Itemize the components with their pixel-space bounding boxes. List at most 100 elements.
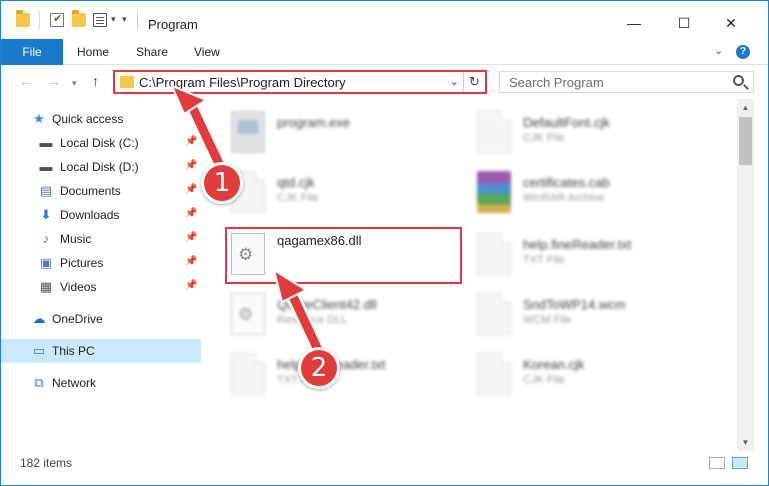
scroll-thumb[interactable] (739, 117, 752, 165)
videos-icon: ▦ (39, 279, 53, 294)
sidebar-item-documents[interactable]: ▤ Documents 📌 (1, 179, 201, 203)
tab-view[interactable]: View (194, 39, 220, 65)
close-button[interactable]: ✕ (708, 9, 754, 37)
file-item[interactable]: SndToWP14.wcm WCM File (473, 287, 713, 343)
sidebar-item-onedrive[interactable]: ☁ OneDrive (1, 307, 201, 331)
ribbon-tabs: File Home Share View ⌄ ? (1, 39, 768, 65)
dll-gear-icon: ⚙ (231, 293, 265, 335)
sidebar-item-quick-access[interactable]: ★ Quick access (1, 107, 201, 131)
refresh-icon[interactable]: ↻ (463, 72, 485, 92)
address-path[interactable]: C:\Program Files\Program Directory (139, 75, 346, 90)
document-icon (477, 233, 511, 275)
network-icon: ⧉ (34, 375, 44, 390)
back-arrow-icon[interactable]: ← (19, 73, 33, 89)
pin-icon[interactable]: 📌 (185, 160, 197, 171)
search-placeholder: Search Program (509, 75, 604, 90)
drive-icon: ▬ (39, 135, 53, 150)
pin-icon[interactable]: 📌 (185, 184, 197, 195)
minimize-button[interactable]: — (611, 9, 657, 37)
scroll-up-icon[interactable]: ▲ (737, 99, 754, 116)
vertical-scrollbar[interactable]: ▲ ▼ (737, 99, 754, 451)
search-input[interactable]: Search Program (499, 71, 754, 93)
document-icon (477, 353, 511, 395)
explorer-window: ▾ ▾ Program — ☐ ✕ File Home Share View ⌄… (0, 0, 769, 486)
tab-file[interactable]: File (1, 39, 63, 65)
sidebar-item-this-pc[interactable]: ▭ This PC (1, 339, 201, 363)
status-bar: 182 items (1, 451, 768, 485)
sidebar-item-label: Quick access (52, 112, 124, 126)
sidebar-item-local-disk-c[interactable]: ▬ Local Disk (C:) 📌 (1, 131, 201, 155)
details-view-icon[interactable] (709, 457, 725, 469)
star-icon: ★ (33, 111, 45, 126)
properties-check-icon[interactable] (50, 12, 64, 27)
file-name: SndToWP14.wcm (523, 297, 626, 312)
quick-access-dropdown-icon[interactable]: ▾ (111, 14, 116, 25)
address-bar[interactable]: C:\Program Files\Program Directory ⌄ ↻ (113, 70, 487, 94)
download-icon: ⬇ (40, 207, 52, 222)
sidebar-item-label: Local Disk (D:) (60, 160, 139, 174)
sidebar-item-label: Network (52, 376, 97, 390)
step-2-badge: 2 (298, 347, 340, 389)
search-icon (733, 75, 744, 86)
up-arrow-icon[interactable]: ↑ (92, 73, 99, 89)
sidebar-item-label: Local Disk (C:) (60, 136, 139, 150)
item-count: 182 items (20, 456, 73, 470)
help-icon[interactable]: ? (736, 45, 750, 59)
computer-icon: ▭ (32, 343, 46, 358)
sidebar-item-label: Music (60, 232, 92, 246)
file-item[interactable]: program.exe (227, 105, 467, 161)
sidebar-item-label: OneDrive (52, 312, 103, 326)
sidebar-item-videos[interactable]: ▦ Videos 📌 (1, 275, 201, 299)
documents-icon: ▤ (39, 183, 53, 198)
document-icon (477, 111, 511, 153)
file-item[interactable]: DefaultFont.cjk CJK File (473, 105, 713, 161)
pin-icon[interactable]: 📌 (185, 280, 197, 291)
expand-ribbon-icon[interactable]: ⌄ (714, 44, 723, 57)
highlight-frame (225, 227, 462, 284)
view-options-icon[interactable] (93, 13, 107, 27)
navigation-bar: ← → ▾ ↑ C:\Program Files\Program Directo… (1, 66, 768, 98)
sidebar-item-label: Pictures (60, 256, 104, 270)
sidebar-item-pictures[interactable]: ▣ Pictures 📌 (1, 251, 201, 275)
new-folder-icon[interactable] (72, 10, 86, 27)
divider (137, 12, 138, 30)
file-type: WinRAR Archive (523, 192, 605, 204)
large-icons-view-icon[interactable] (732, 457, 748, 469)
pin-icon[interactable]: 📌 (185, 136, 197, 147)
scroll-down-icon[interactable]: ▼ (737, 434, 754, 451)
recent-locations-icon[interactable]: ▾ (72, 78, 77, 89)
window-title: Program (148, 17, 198, 32)
file-item[interactable]: qtd.cjk CJK File (227, 165, 467, 221)
file-item[interactable]: help.fineReader.txt TXT File (473, 227, 713, 283)
document-icon (477, 293, 511, 335)
maximize-button[interactable]: ☐ (661, 9, 707, 37)
chevron-down-icon[interactable]: ⌄ (450, 75, 459, 88)
divider (39, 10, 40, 30)
forward-arrow-icon[interactable]: → (47, 73, 61, 89)
pin-icon[interactable]: 📌 (185, 232, 197, 243)
title-bar: ▾ ▾ Program — ☐ ✕ (1, 1, 768, 39)
customize-toolbar-icon[interactable]: ▾ (122, 14, 127, 25)
file-type: TXT File (523, 254, 565, 266)
pin-icon[interactable]: 📌 (185, 208, 197, 219)
file-item[interactable]: help.fineReader.txt TXT File (227, 347, 467, 403)
file-name: DefaultFont.cjk (523, 115, 610, 130)
pin-icon[interactable]: 📌 (185, 256, 197, 267)
tab-share[interactable]: Share (136, 39, 168, 65)
sidebar-item-local-disk-d[interactable]: ▬ Local Disk (D:) 📌 (1, 155, 201, 179)
tab-home[interactable]: Home (77, 39, 109, 65)
sidebar-item-network[interactable]: ⧉ Network (1, 371, 201, 395)
file-name: help.fineReader.txt (523, 237, 632, 252)
exe-file-icon (231, 111, 265, 153)
sidebar-item-downloads[interactable]: ⬇ Downloads 📌 (1, 203, 201, 227)
file-name: qtd.cjk (277, 175, 315, 190)
sidebar-item-label: Documents (60, 184, 121, 198)
step-1-badge: 1 (201, 162, 243, 204)
drive-icon: ▬ (39, 159, 53, 174)
cloud-icon: ☁ (32, 311, 46, 326)
file-item[interactable]: Korean.cjk CJK File (473, 347, 713, 403)
file-item[interactable]: ⚙ QuoteClient42.dll Resource DLL (227, 287, 467, 343)
sidebar-item-label: Downloads (60, 208, 120, 222)
sidebar-item-music[interactable]: ♪ Music 📌 (1, 227, 201, 251)
file-item[interactable]: certificates.cab WinRAR Archive (473, 165, 713, 221)
